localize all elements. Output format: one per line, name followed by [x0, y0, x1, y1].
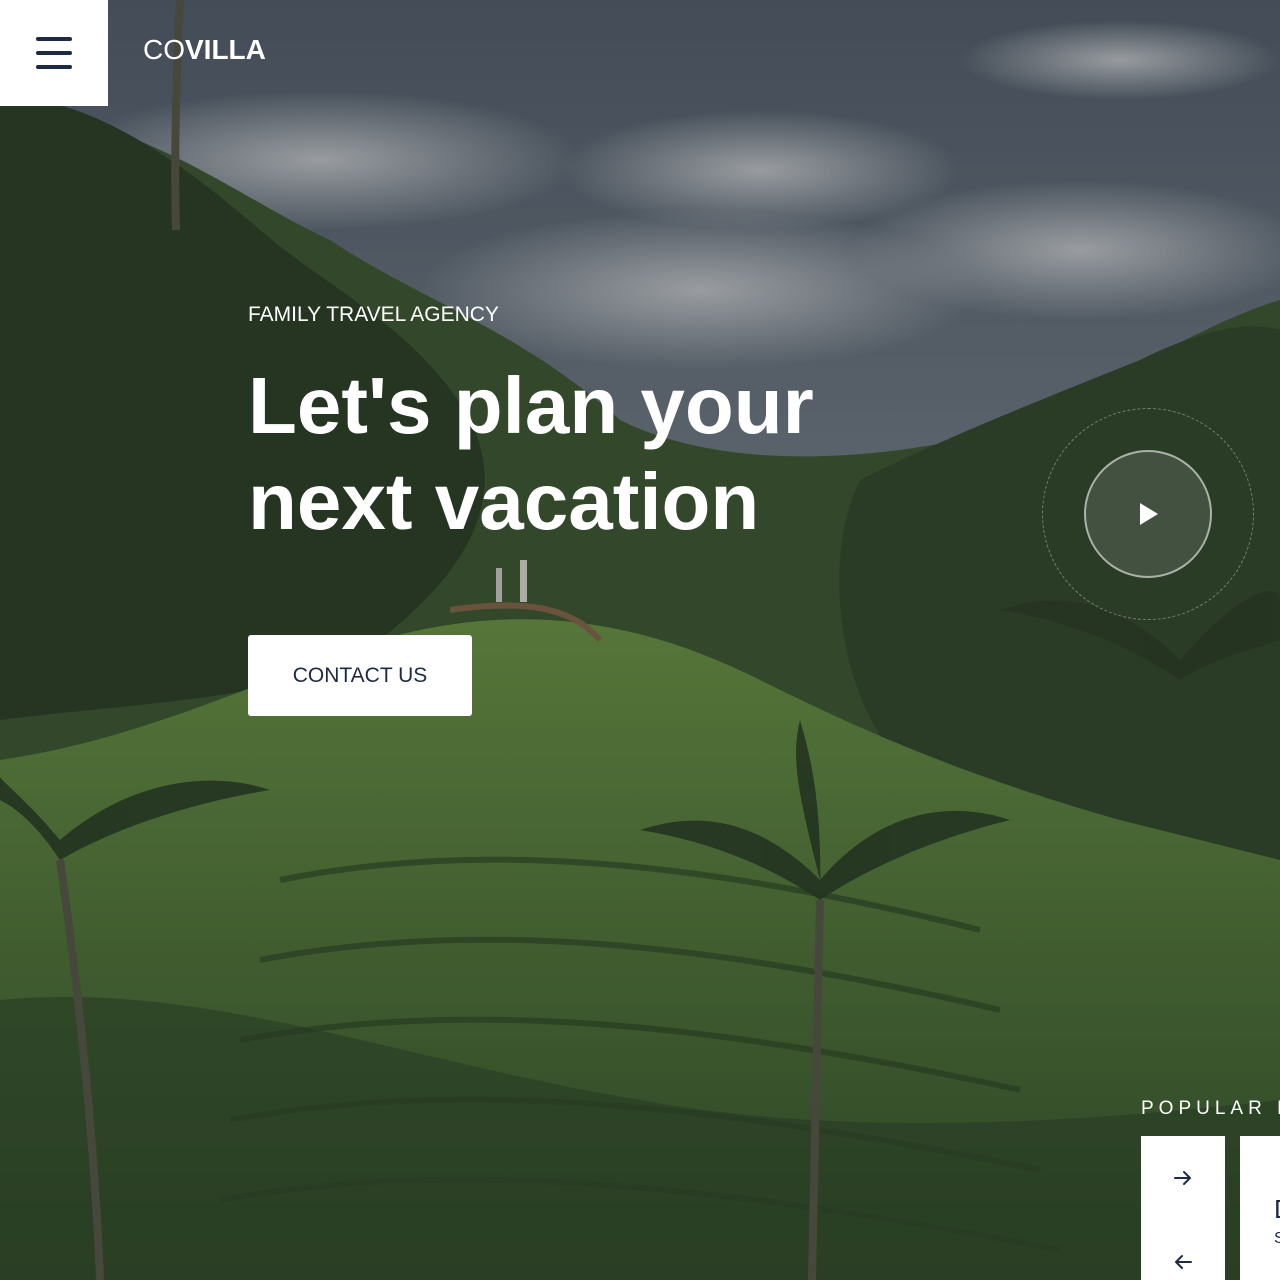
arrow-right-icon [1174, 1171, 1191, 1185]
brand-logo[interactable]: COVILLA [143, 34, 266, 66]
hero-headline-line-2: next vacation [248, 457, 760, 546]
popular-locations-label: POPULAR L [1141, 1098, 1280, 1119]
contact-us-button[interactable]: CONTACT US [248, 635, 472, 716]
brand-logo-light: CO [143, 34, 185, 65]
hero-kicker: FAMILY TRAVEL AGENCY [248, 303, 499, 326]
menu-button[interactable] [0, 0, 108, 106]
hero-overlay [0, 0, 1280, 1280]
brand-logo-bold: VILLA [185, 34, 266, 65]
hero-headline-line-1: Let's plan your [248, 361, 814, 450]
hero-headline: Let's plan your next vacation [248, 358, 948, 550]
location-card-title: D [1274, 1194, 1280, 1225]
hero-section: COVILLA FAMILY TRAVEL AGENCY Let's plan … [0, 0, 1280, 1280]
location-card[interactable]: D S [1240, 1136, 1280, 1280]
arrow-left-icon [1175, 1255, 1192, 1269]
hamburger-menu-icon [36, 37, 72, 69]
location-card-subtitle: S [1274, 1230, 1280, 1247]
play-icon [1140, 503, 1158, 525]
carousel-controls [1141, 1136, 1225, 1280]
carousel-prev-button[interactable] [1141, 1232, 1225, 1280]
play-video-button[interactable] [1084, 450, 1212, 578]
carousel-next-button[interactable] [1141, 1148, 1225, 1208]
